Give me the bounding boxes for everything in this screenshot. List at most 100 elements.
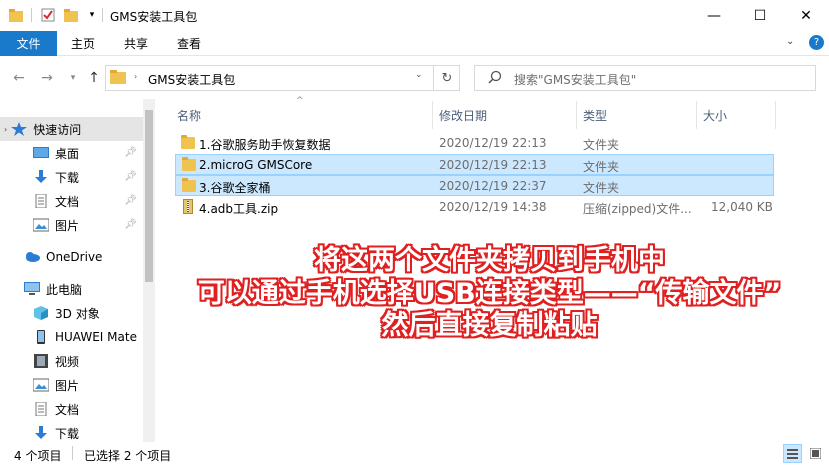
breadcrumb-current[interactable]: GMS安装工具包: [148, 71, 235, 88]
large-icons-view-icon[interactable]: [806, 444, 825, 463]
pin-icon: 📌︎: [124, 219, 137, 230]
new-folder-icon[interactable]: [63, 7, 79, 23]
file-name: 4.adb工具.zip: [199, 202, 279, 216]
column-header-name[interactable]: 名称: [177, 104, 427, 126]
properties-icon[interactable]: [40, 7, 56, 23]
folder-icon: [181, 135, 195, 149]
column-divider[interactable]: [576, 101, 577, 129]
breadcrumb-chevron-icon[interactable]: ›: [134, 72, 137, 81]
status-separator: [72, 446, 73, 460]
table-row[interactable]: 4.adb工具.zip 2020/12/19 14:38 压缩(zipped)文…: [175, 197, 774, 218]
details-view-icon[interactable]: [783, 444, 802, 463]
sidebar-item-label: 图片: [55, 378, 80, 393]
sidebar-item-label: OneDrive: [46, 250, 103, 264]
download-icon: [33, 426, 49, 440]
forward-arrow-icon[interactable]: →: [38, 69, 56, 87]
sidebar-item-this-pc[interactable]: 此电脑: [0, 277, 143, 301]
column-divider[interactable]: [696, 101, 697, 129]
sidebar-item-label: 下载: [55, 426, 80, 441]
address-dropdown-icon[interactable]: ⌄: [415, 70, 423, 80]
phone-icon: [33, 330, 49, 344]
file-name: 3.谷歌全家桶: [199, 181, 271, 195]
desktop-icon: [33, 146, 49, 160]
download-icon: [33, 170, 49, 184]
search-placeholder: 搜索"GMS安装工具包": [514, 73, 637, 87]
pin-icon: 📌︎: [124, 147, 137, 158]
cube-icon: [33, 306, 49, 320]
qat-separator: [31, 8, 32, 22]
column-header-type[interactable]: 类型: [583, 104, 683, 126]
column-header-date[interactable]: 修改日期: [439, 104, 569, 126]
sidebar-item-label: 文档: [55, 402, 80, 417]
sidebar-item-label: 图片: [55, 218, 80, 233]
sidebar-item-quick-access[interactable]: › 快速访问: [0, 117, 143, 141]
folder-icon: [182, 178, 196, 192]
sidebar-item-huawei-mate[interactable]: HUAWEI Mate: [0, 325, 143, 349]
window-title: GMS安装工具包: [110, 10, 198, 24]
pin-icon: 📌︎: [124, 171, 137, 182]
sidebar-item-pictures-pc[interactable]: 图片: [0, 373, 143, 397]
search-icon: [488, 70, 502, 87]
file-type: 文件夹: [583, 138, 620, 152]
customize-qat-icon[interactable]: ▾: [84, 7, 100, 23]
status-item-count: 4 个项目: [14, 449, 62, 463]
sidebar-item-downloads[interactable]: 下载 📌︎: [0, 165, 143, 189]
file-name: 2.microG GMSCore: [199, 158, 313, 172]
cloud-icon: [24, 250, 40, 264]
sidebar-item-documents[interactable]: 文档 📌︎: [0, 189, 143, 213]
tab-home[interactable]: 主页: [62, 31, 104, 56]
table-row[interactable]: 1.谷歌服务助手恢复数据 2020/12/19 22:13 文件夹: [175, 133, 774, 154]
column-divider[interactable]: [432, 101, 433, 129]
sidebar-item-pictures[interactable]: 图片 📌︎: [0, 213, 143, 237]
file-date: 2020/12/19 22:37: [439, 179, 547, 193]
sidebar-item-label: HUAWEI Mate: [55, 330, 137, 344]
video-icon: [33, 354, 49, 368]
tab-file[interactable]: 文件: [0, 31, 57, 56]
title-separator: [102, 8, 103, 22]
sidebar-item-label: 快速访问: [33, 122, 82, 137]
sidebar-item-label: 文档: [55, 194, 80, 209]
refresh-icon[interactable]: ↻: [433, 66, 460, 90]
picture-icon: [32, 218, 50, 232]
zip-file-icon: [183, 199, 193, 214]
sidebar-item-label: 此电脑: [46, 282, 83, 297]
file-type: 压缩(zipped)文件...: [583, 202, 692, 216]
minimize-button[interactable]: —: [691, 0, 737, 31]
folder-icon[interactable]: [8, 7, 24, 23]
document-icon: [33, 193, 49, 209]
sidebar-item-onedrive[interactable]: OneDrive: [0, 245, 143, 269]
status-selected-count: 已选择 2 个项目: [84, 449, 172, 463]
back-arrow-icon[interactable]: ←: [10, 69, 28, 87]
tab-view[interactable]: 查看: [168, 31, 210, 56]
folder-icon: [110, 70, 126, 87]
sidebar-item-label: 视频: [55, 354, 80, 369]
file-date: 2020/12/19 14:38: [439, 200, 547, 214]
sidebar-item-desktop[interactable]: 桌面 📌︎: [0, 141, 143, 165]
sidebar-item-documents-pc[interactable]: 文档: [0, 397, 143, 421]
file-type: 文件夹: [583, 160, 620, 174]
up-arrow-icon[interactable]: ↑: [85, 69, 103, 87]
table-row[interactable]: 2.microG GMSCore 2020/12/19 22:13 文件夹: [175, 154, 774, 175]
sidebar-item-3d-objects[interactable]: 3D 对象: [0, 301, 143, 325]
pin-icon: 📌︎: [124, 195, 137, 206]
table-row[interactable]: 3.谷歌全家桶 2020/12/19 22:37 文件夹: [175, 175, 774, 196]
recent-locations-icon[interactable]: ▾: [64, 69, 82, 87]
tab-share[interactable]: 共享: [115, 31, 157, 56]
close-button[interactable]: ✕: [783, 0, 829, 31]
file-date: 2020/12/19 22:13: [439, 158, 547, 172]
maximize-button[interactable]: ☐: [737, 0, 783, 31]
overlay-line-3: 然后直接复制粘贴: [381, 310, 598, 341]
ribbon-expand-icon[interactable]: ⌄: [786, 36, 794, 47]
sidebar-item-label: 桌面: [55, 146, 80, 161]
star-icon: [11, 122, 28, 136]
overlay-line-1: 将这两个文件夹拷贝到手机中: [314, 245, 665, 276]
file-size: 12,040 KB: [711, 200, 773, 214]
file-name: 1.谷歌服务助手恢复数据: [199, 138, 331, 152]
column-header-size[interactable]: 大小: [703, 104, 773, 126]
sidebar-item-label: 下载: [55, 170, 80, 185]
column-divider[interactable]: [775, 101, 776, 129]
sidebar-item-label: 3D 对象: [55, 306, 100, 321]
help-icon[interactable]: ?: [809, 35, 824, 50]
sidebar-item-videos[interactable]: 视频: [0, 349, 143, 373]
folder-icon: [182, 157, 196, 171]
